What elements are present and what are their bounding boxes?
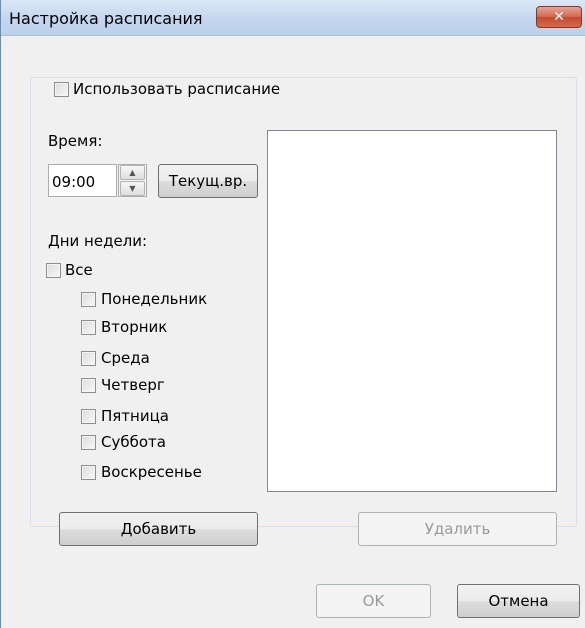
time-label: Время: [48, 132, 103, 150]
add-button[interactable]: Добавить [59, 512, 258, 546]
current-time-button[interactable]: Текущ.вр. [158, 164, 258, 198]
day-checkbox-friday[interactable] [81, 409, 96, 424]
title-bar: Настройка расписания ✕ [1, 0, 585, 36]
schedule-list[interactable] [267, 130, 557, 492]
day-label-sunday: Воскресенье [101, 463, 202, 481]
all-days-checkbox[interactable] [46, 263, 61, 278]
time-spinner[interactable]: ▲ ▼ [118, 164, 147, 197]
all-days-label: Все [65, 261, 93, 279]
day-label-wednesday: Среда [101, 349, 150, 367]
delete-button[interactable]: Удалить [358, 512, 557, 546]
day-label-friday: Пятница [101, 407, 169, 425]
day-checkbox-sunday[interactable] [81, 465, 96, 480]
schedule-settings-dialog: Настройка расписания ✕ Использовать расп… [0, 0, 585, 628]
spin-down-icon[interactable]: ▼ [120, 181, 145, 196]
window-title: Настройка расписания [9, 9, 203, 28]
day-checkbox-tuesday[interactable] [81, 320, 96, 335]
day-label-thursday: Четверг [101, 376, 165, 394]
time-input[interactable]: 09:00 [48, 164, 117, 197]
day-label-saturday: Суббота [101, 433, 166, 451]
close-button[interactable]: ✕ [536, 6, 582, 28]
close-icon: ✕ [553, 9, 565, 25]
day-label-monday: Понедельник [101, 290, 208, 308]
ok-button[interactable]: OK [316, 584, 431, 618]
spin-up-icon[interactable]: ▲ [120, 165, 145, 180]
day-checkbox-wednesday[interactable] [81, 351, 96, 366]
day-label-tuesday: Вторник [101, 318, 168, 336]
day-checkbox-monday[interactable] [81, 292, 96, 307]
cancel-button[interactable]: Отмена [457, 584, 580, 618]
weekdays-label: Дни недели: [48, 232, 148, 250]
day-checkbox-saturday[interactable] [81, 435, 96, 450]
day-checkbox-thursday[interactable] [81, 378, 96, 393]
